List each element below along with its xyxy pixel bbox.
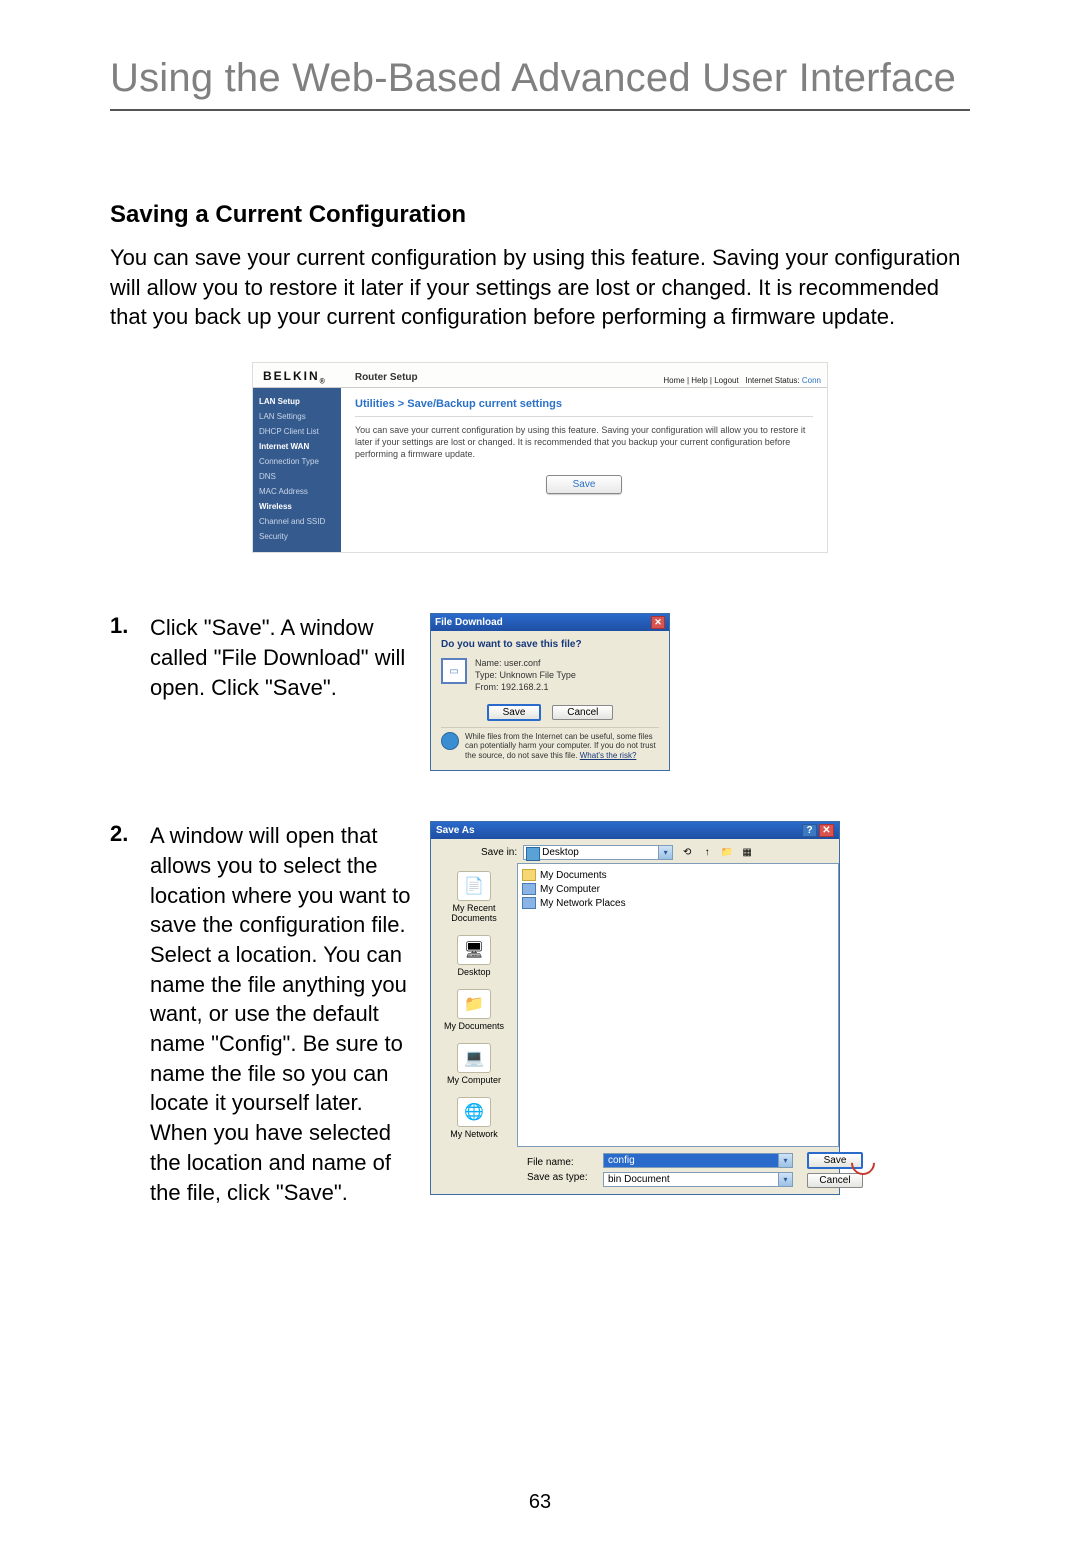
chevron-down-icon: ▾	[658, 846, 672, 859]
sidebar-item[interactable]: DNS	[259, 469, 335, 484]
help-icon[interactable]: ?	[802, 824, 817, 837]
file-icon: ▭	[441, 658, 467, 684]
toolbar-icon[interactable]: ⟲	[679, 844, 695, 860]
savetype-label: Save as type:	[527, 1172, 595, 1183]
step-number: 2.	[110, 821, 150, 847]
places-item[interactable]: 📄My Recent Documents	[435, 871, 513, 923]
toolbar-icon[interactable]: ↑	[699, 844, 715, 860]
places-item[interactable]: 🖥Desktop	[457, 935, 491, 977]
sidebar-item[interactable]: Connection Type	[259, 454, 335, 469]
filename-label: File name:	[527, 1157, 595, 1168]
sidebar-item[interactable]: LAN Settings	[259, 409, 335, 424]
sidebar-item[interactable]: Channel and SSID	[259, 514, 335, 529]
toolbar-icon[interactable]: ▦	[739, 844, 755, 860]
close-icon[interactable]: ✕	[651, 616, 665, 629]
file-name: user.conf	[504, 658, 541, 668]
internet-status-value: Conn	[802, 376, 821, 385]
section-heading: Saving a Current Configuration	[110, 201, 970, 229]
dialog-title: File Download	[435, 617, 503, 628]
sidebar-item[interactable]: MAC Address	[259, 484, 335, 499]
nav-links[interactable]: Home | Help | Logout	[663, 376, 738, 385]
router-save-button[interactable]: Save	[546, 475, 623, 494]
savein-dropdown[interactable]: Desktop ▾	[523, 845, 673, 860]
fd-save-button[interactable]: Save	[487, 704, 542, 721]
router-main-text: You can save your current configuration …	[355, 425, 813, 460]
chevron-down-icon: ▾	[778, 1173, 792, 1186]
close-icon[interactable]: ✕	[819, 824, 834, 837]
fd-cancel-button[interactable]: Cancel	[552, 705, 613, 720]
file-list[interactable]: My DocumentsMy ComputerMy Network Places	[517, 863, 839, 1147]
router-setup-label: Router Setup	[355, 372, 418, 385]
file-download-dialog: File Download ✕ Do you want to save this…	[430, 613, 670, 771]
step-number: 1.	[110, 613, 150, 639]
file-type: Unknown File Type	[500, 670, 576, 680]
sidebar-item[interactable]: LAN Setup	[259, 394, 335, 409]
belkin-logo: BELKIN®	[263, 369, 325, 385]
filename-input[interactable]: config ▾	[603, 1153, 793, 1168]
section-body: You can save your current configuration …	[110, 243, 970, 332]
places-item[interactable]: 🌐My Network	[450, 1097, 498, 1139]
list-item[interactable]: My Network Places	[522, 896, 834, 910]
page-number: 63	[0, 1491, 1080, 1514]
router-admin-panel: BELKIN® Router Setup Home | Help | Logou…	[252, 362, 828, 553]
risk-link[interactable]: What's the risk?	[580, 751, 637, 760]
shield-icon	[441, 732, 459, 750]
sidebar-item[interactable]: Wireless	[259, 499, 335, 514]
toolbar-icon[interactable]: 📁	[719, 844, 735, 860]
sidebar-item[interactable]: DHCP Client List	[259, 424, 335, 439]
sa-cancel-button[interactable]: Cancel	[807, 1173, 863, 1188]
dialog-question: Do you want to save this file?	[441, 639, 659, 650]
step-text: Click "Save". A window called "File Down…	[150, 613, 430, 702]
list-item[interactable]: My Computer	[522, 882, 834, 896]
file-from: 192.168.2.1	[501, 682, 549, 692]
step-text: A window will open that allows you to se…	[150, 821, 430, 1207]
savetype-dropdown[interactable]: bin Document ▾	[603, 1172, 793, 1187]
places-item[interactable]: 💻My Computer	[447, 1043, 501, 1085]
places-item[interactable]: 📁My Documents	[444, 989, 504, 1031]
list-item[interactable]: My Documents	[522, 868, 834, 882]
breadcrumb: Utilities > Save/Backup current settings	[355, 398, 813, 417]
router-sidebar: LAN SetupLAN SettingsDHCP Client ListInt…	[253, 388, 341, 552]
router-status-bar: Home | Help | Logout Internet Status: Co…	[663, 376, 821, 385]
savein-label: Save in:	[481, 847, 517, 858]
page-title: Using the Web-Based Advanced User Interf…	[110, 56, 970, 111]
sidebar-item[interactable]: Security	[259, 529, 335, 544]
save-as-dialog: Save As ? ✕ Save in: Desktop ▾ ⟲↑📁▦ 📄My	[430, 821, 840, 1195]
sa-save-button[interactable]: Save	[807, 1152, 863, 1169]
dialog-title: Save As	[436, 825, 475, 836]
chevron-down-icon: ▾	[778, 1154, 792, 1167]
sidebar-item[interactable]: Internet WAN	[259, 439, 335, 454]
